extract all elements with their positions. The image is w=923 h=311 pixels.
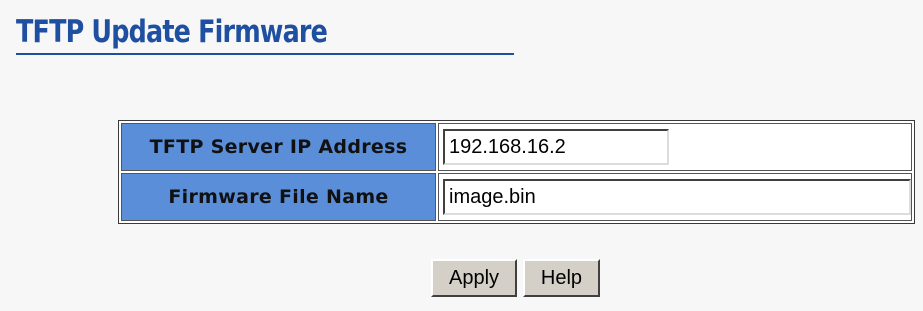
file-name-cell: [438, 173, 912, 221]
help-button[interactable]: Help: [523, 259, 600, 297]
server-ip-input[interactable]: [443, 129, 669, 165]
server-ip-cell: [438, 123, 912, 171]
page-title: TFTP Update Firmware: [16, 14, 328, 50]
tftp-settings-table: TFTP Server IP Address Firmware File Nam…: [118, 120, 915, 224]
tftp-update-firmware-page: TFTP Update Firmware TFTP Server IP Addr…: [0, 0, 923, 311]
server-ip-row: TFTP Server IP Address: [121, 123, 912, 171]
apply-button[interactable]: Apply: [431, 259, 517, 297]
server-ip-label: TFTP Server IP Address: [121, 123, 436, 171]
file-name-label: Firmware File Name: [121, 173, 436, 221]
title-underline: [16, 53, 514, 55]
file-name-input[interactable]: [443, 179, 911, 215]
file-name-row: Firmware File Name: [121, 173, 912, 221]
